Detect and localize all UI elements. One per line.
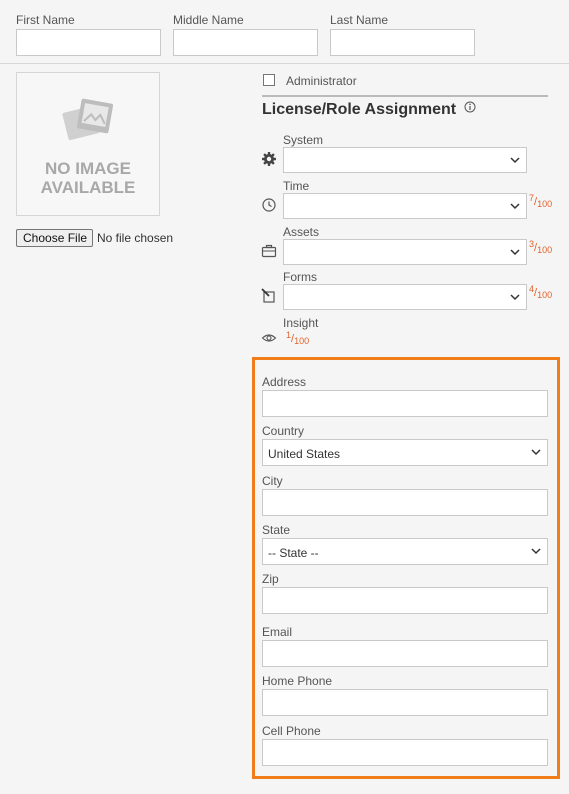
file-status: No file chosen	[97, 231, 174, 245]
form-edit-icon	[261, 288, 275, 303]
section-divider	[0, 63, 569, 64]
time-quota-total: 100	[537, 199, 553, 209]
country-select-value: United States	[268, 447, 341, 461]
address-label: Address	[262, 375, 307, 389]
insight-quota-used: 1	[286, 330, 292, 340]
no-image-text: NO IMAGE AVAILABLE	[17, 159, 159, 197]
time-label: Time	[283, 179, 310, 193]
home-phone-input[interactable]	[262, 689, 548, 716]
chevron-down-icon	[531, 449, 541, 456]
forms-quota-used: 4	[529, 284, 535, 294]
time-select[interactable]	[283, 193, 527, 219]
cell-phone-input[interactable]	[262, 739, 548, 766]
insight-quota: 1/100	[286, 330, 310, 346]
time-quota: 7/100	[529, 193, 553, 209]
chevron-down-icon	[510, 294, 520, 301]
email-label: Email	[262, 625, 293, 639]
forms-quota-total: 100	[537, 290, 553, 300]
home-phone-label: Home Phone	[262, 674, 333, 688]
assets-label: Assets	[283, 225, 320, 239]
middle-name-input[interactable]	[173, 29, 318, 56]
zip-input[interactable]	[262, 587, 548, 614]
last-name-label: Last Name	[330, 13, 389, 27]
chevron-down-icon	[510, 249, 520, 256]
cell-phone-label: Cell Phone	[262, 724, 321, 738]
assets-select[interactable]	[283, 239, 527, 265]
assets-quota-total: 100	[537, 245, 553, 255]
assets-quota: 3/100	[529, 239, 553, 255]
state-select[interactable]: -- State --	[262, 538, 548, 565]
last-name-input[interactable]	[330, 29, 475, 56]
chevron-down-icon	[510, 157, 520, 164]
first-name-input[interactable]	[16, 29, 161, 56]
forms-label: Forms	[283, 270, 317, 284]
assets-quota-used: 3	[529, 239, 535, 249]
license-title: License/Role Assignment	[262, 101, 457, 118]
info-icon[interactable]	[464, 101, 476, 113]
administrator-label: Administrator	[286, 74, 357, 88]
chevron-down-icon	[510, 203, 520, 210]
email-input[interactable]	[262, 640, 548, 667]
state-label: State	[262, 523, 291, 537]
insight-label: Insight	[283, 316, 319, 330]
middle-name-label: Middle Name	[173, 13, 244, 27]
forms-quota: 4/100	[529, 284, 553, 300]
insight-quota-total: 100	[294, 336, 310, 346]
choose-file-button[interactable]: Choose File	[16, 229, 94, 247]
eye-icon	[261, 334, 277, 342]
clock-icon	[262, 198, 276, 212]
address-input[interactable]	[262, 390, 548, 417]
briefcase-icon	[261, 244, 277, 258]
time-quota-used: 7	[529, 193, 535, 203]
photo-frame: NO IMAGE AVAILABLE	[16, 72, 160, 216]
system-select[interactable]	[283, 147, 527, 173]
administrator-checkbox[interactable]	[263, 74, 275, 86]
system-label: System	[283, 133, 324, 147]
forms-select[interactable]	[283, 284, 527, 310]
state-select-value: -- State --	[268, 546, 319, 560]
chevron-down-icon	[531, 548, 541, 555]
zip-label: Zip	[262, 572, 279, 586]
country-label: Country	[262, 424, 305, 438]
city-label: City	[262, 474, 283, 488]
license-divider	[262, 95, 548, 97]
city-input[interactable]	[262, 489, 548, 516]
no-image-icon	[62, 98, 114, 141]
gear-icon	[262, 152, 276, 166]
no-image-line1: NO IMAGE	[45, 159, 131, 178]
country-select[interactable]: United States	[262, 439, 548, 466]
first-name-label: First Name	[16, 13, 75, 27]
no-image-line2: AVAILABLE	[40, 178, 136, 197]
